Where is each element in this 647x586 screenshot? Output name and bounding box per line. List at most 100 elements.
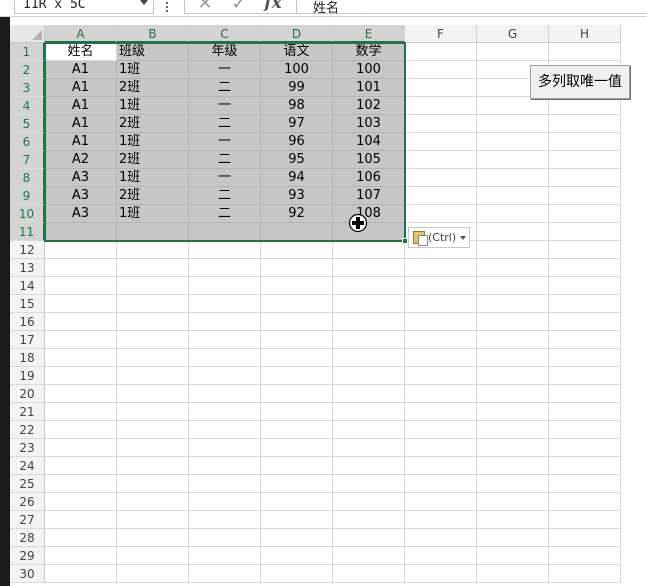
cell-f14[interactable] [405,277,477,295]
cell-b28[interactable] [117,529,189,547]
row-header-9[interactable]: 9 [10,187,45,205]
cell-g11[interactable] [477,223,549,241]
row-header-21[interactable]: 21 [10,403,45,421]
row-header-17[interactable]: 17 [10,331,45,349]
cell-g19[interactable] [477,367,549,385]
check-icon[interactable]: ✓ [227,0,251,14]
cell-g9[interactable] [477,187,549,205]
cell-f4[interactable] [405,97,477,115]
cell-e25[interactable] [333,475,405,493]
cell-f17[interactable] [405,331,477,349]
cancel-icon[interactable]: ✕ [193,0,217,14]
cell-g21[interactable] [477,403,549,421]
cell-h11[interactable] [549,223,621,241]
cell-a15[interactable] [45,295,117,313]
cell-a12[interactable] [45,241,117,259]
cell-b21[interactable] [117,403,189,421]
cell-e5[interactable]: 103 [333,115,405,133]
cell-e14[interactable] [333,277,405,295]
cell-g30[interactable] [477,565,549,583]
cell-b24[interactable] [117,457,189,475]
cell-c30[interactable] [189,565,261,583]
row-header-11[interactable]: 11 [10,223,45,241]
cell-d21[interactable] [261,403,333,421]
cell-g25[interactable] [477,475,549,493]
cell-g13[interactable] [477,259,549,277]
cell-d11[interactable] [261,223,333,241]
row-header-2[interactable]: 2 [10,61,45,79]
cell-e17[interactable] [333,331,405,349]
cell-f19[interactable] [405,367,477,385]
cell-d27[interactable] [261,511,333,529]
cell-e9[interactable]: 107 [333,187,405,205]
cell-h7[interactable] [549,151,621,169]
cell-c14[interactable] [189,277,261,295]
cell-h19[interactable] [549,367,621,385]
cell-a28[interactable] [45,529,117,547]
cell-g1[interactable] [477,43,549,61]
cell-e26[interactable] [333,493,405,511]
cell-d13[interactable] [261,259,333,277]
cell-f30[interactable] [405,565,477,583]
cell-d22[interactable] [261,421,333,439]
cell-b26[interactable] [117,493,189,511]
cell-d24[interactable] [261,457,333,475]
cell-d17[interactable] [261,331,333,349]
row-header-8[interactable]: 8 [10,169,45,187]
cell-b30[interactable] [117,565,189,583]
cell-a2[interactable]: A1 [45,61,117,79]
cell-b18[interactable] [117,349,189,367]
cell-c1[interactable]: 年级 [189,43,261,61]
cell-h12[interactable] [549,241,621,259]
cell-h6[interactable] [549,133,621,151]
cell-e21[interactable] [333,403,405,421]
cell-h26[interactable] [549,493,621,511]
row-header-19[interactable]: 19 [10,367,45,385]
cell-c20[interactable] [189,385,261,403]
cell-d10[interactable]: 92 [261,205,333,223]
cell-b9[interactable]: 2班 [117,187,189,205]
row-header-3[interactable]: 3 [10,79,45,97]
cell-f16[interactable] [405,313,477,331]
cell-e11[interactable] [333,223,405,241]
cell-d15[interactable] [261,295,333,313]
column-header-f[interactable]: F [405,25,477,43]
cell-c26[interactable] [189,493,261,511]
cell-h4[interactable] [549,97,621,115]
row-header-12[interactable]: 12 [10,241,45,259]
cell-e8[interactable]: 106 [333,169,405,187]
cell-f2[interactable] [405,61,477,79]
cell-g4[interactable] [477,97,549,115]
cell-e15[interactable] [333,295,405,313]
cell-b19[interactable] [117,367,189,385]
cell-d5[interactable]: 97 [261,115,333,133]
cell-c21[interactable] [189,403,261,421]
cell-a6[interactable]: A1 [45,133,117,151]
row-header-5[interactable]: 5 [10,115,45,133]
cell-g16[interactable] [477,313,549,331]
cell-a9[interactable]: A3 [45,187,117,205]
cell-b5[interactable]: 2班 [117,115,189,133]
cell-e27[interactable] [333,511,405,529]
cell-d4[interactable]: 98 [261,97,333,115]
cell-f1[interactable] [405,43,477,61]
cell-d2[interactable]: 100 [261,61,333,79]
cell-b1[interactable]: 班级 [117,43,189,61]
cell-c4[interactable]: 一 [189,97,261,115]
row-header-30[interactable]: 30 [10,565,45,583]
cell-b8[interactable]: 1班 [117,169,189,187]
cell-a26[interactable] [45,493,117,511]
cell-d26[interactable] [261,493,333,511]
row-header-16[interactable]: 16 [10,313,45,331]
column-header-g[interactable]: G [477,25,549,43]
cell-g26[interactable] [477,493,549,511]
cell-g6[interactable] [477,133,549,151]
cell-a30[interactable] [45,565,117,583]
cell-g29[interactable] [477,547,549,565]
cell-c18[interactable] [189,349,261,367]
cell-e4[interactable]: 102 [333,97,405,115]
cell-b16[interactable] [117,313,189,331]
cell-f27[interactable] [405,511,477,529]
row-header-10[interactable]: 10 [10,205,45,223]
cell-a24[interactable] [45,457,117,475]
